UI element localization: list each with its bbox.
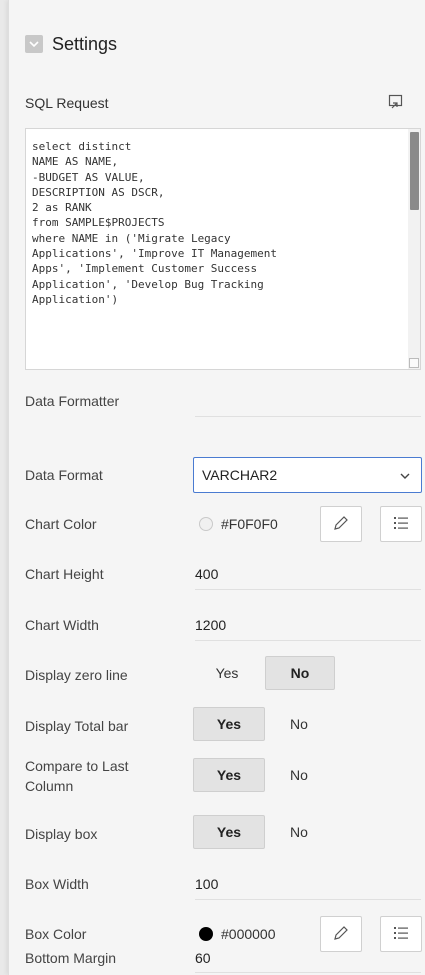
compare-last-column-no[interactable]: No — [279, 758, 319, 792]
pencil-icon — [332, 924, 350, 945]
display-box-no[interactable]: No — [279, 815, 319, 849]
chart-color-label: Chart Color — [25, 516, 97, 532]
sql-request-label: SQL Request — [25, 95, 109, 111]
list-icon — [392, 924, 410, 945]
compare-last-column-label-line2: Column — [25, 778, 74, 794]
chart-width-underline — [195, 640, 421, 641]
data-format-select[interactable]: VARCHAR2 — [193, 457, 422, 493]
compare-last-column-label-line1: Compare to Last — [25, 758, 129, 774]
settings-panel: Settings SQL Request select distinct NAM… — [8, 0, 425, 975]
data-formatter-label: Data Formatter — [25, 393, 120, 409]
bottom-margin-input[interactable]: 60 — [195, 950, 211, 966]
chart-height-input[interactable]: 400 — [195, 566, 218, 582]
display-zero-line-yes[interactable]: Yes — [205, 656, 249, 690]
sql-editor[interactable]: select distinct NAME AS NAME, -BUDGET AS… — [25, 128, 421, 370]
color-swatch — [199, 927, 213, 941]
chart-color-list-button[interactable] — [380, 506, 422, 542]
chart-color-field[interactable]: #F0F0F0 — [193, 506, 317, 542]
data-format-label: Data Format — [25, 467, 103, 483]
display-total-bar-label: Display Total bar — [25, 718, 129, 734]
sql-scrollbar[interactable] — [408, 129, 420, 369]
display-zero-line-no[interactable]: No — [265, 656, 335, 690]
box-color-field[interactable]: #000000 — [193, 916, 317, 952]
expand-icon — [388, 94, 404, 113]
data-format-value: VARCHAR2 — [202, 467, 278, 483]
box-color-value: #000000 — [221, 926, 276, 942]
box-width-input[interactable]: 100 — [195, 876, 218, 892]
settings-header[interactable]: Settings — [25, 26, 117, 62]
display-zero-line-label: Display zero line — [25, 667, 128, 683]
display-box-yes[interactable]: Yes — [193, 815, 265, 849]
compare-last-column-yes[interactable]: Yes — [193, 758, 265, 792]
scroll-thumb[interactable] — [410, 132, 419, 210]
settings-title: Settings — [52, 33, 118, 54]
display-total-bar-no[interactable]: No — [279, 707, 319, 741]
data-formatter-underline — [195, 416, 421, 417]
bottom-margin-underline — [195, 972, 421, 973]
sql-text[interactable]: select distinct NAME AS NAME, -BUDGET AS… — [32, 139, 400, 307]
chart-height-underline — [195, 589, 421, 590]
box-width-underline — [195, 899, 421, 900]
color-swatch — [199, 517, 213, 531]
display-total-bar-yes[interactable]: Yes — [193, 707, 265, 741]
chart-width-input[interactable]: 1200 — [195, 617, 226, 633]
pencil-icon — [332, 514, 350, 535]
box-color-picker-button[interactable] — [320, 916, 362, 952]
expand-editor-button[interactable] — [380, 89, 412, 117]
box-color-list-button[interactable] — [380, 916, 422, 952]
chevron-down-icon — [399, 469, 411, 485]
box-color-label: Box Color — [25, 926, 87, 942]
minus-square-icon[interactable] — [25, 35, 43, 53]
display-box-label: Display box — [25, 826, 98, 842]
chart-width-label: Chart Width — [25, 617, 99, 633]
chart-color-picker-button[interactable] — [320, 506, 362, 542]
bottom-margin-label: Bottom Margin — [25, 950, 117, 966]
box-width-label: Box Width — [25, 876, 89, 892]
list-icon — [392, 514, 410, 535]
chart-color-value: #F0F0F0 — [221, 516, 278, 532]
chart-height-label: Chart Height — [25, 566, 104, 582]
resize-grip-icon[interactable] — [409, 358, 419, 368]
